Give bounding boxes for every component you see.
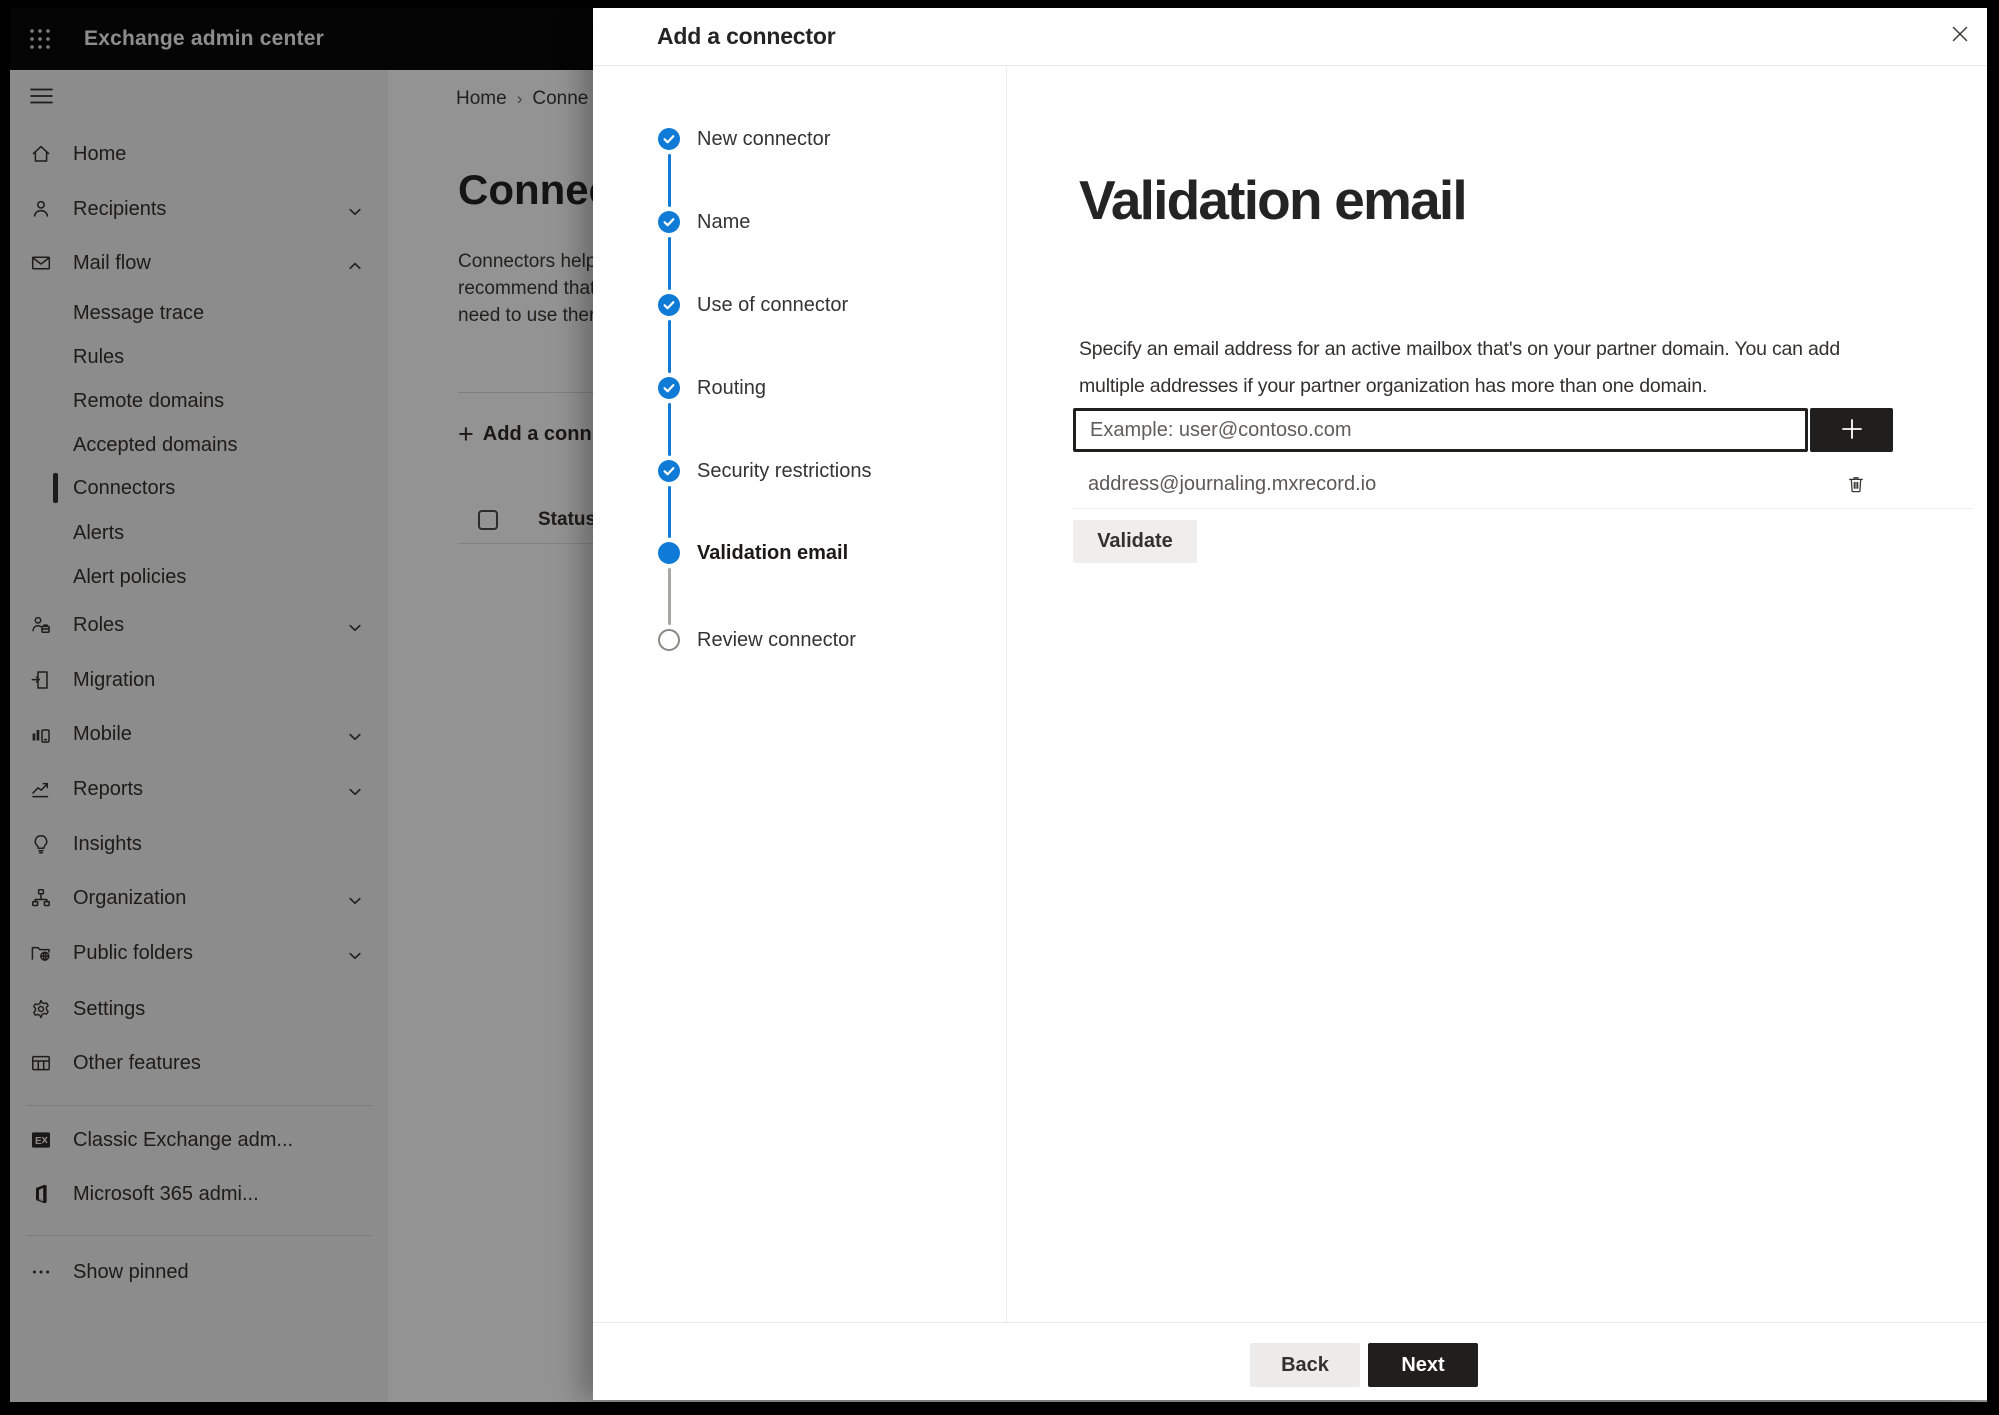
- trash-icon[interactable]: [1845, 473, 1867, 495]
- close-icon[interactable]: [1949, 23, 1971, 45]
- step-label-new-connector[interactable]: New connector: [697, 125, 830, 153]
- add-address-button[interactable]: [1810, 408, 1893, 452]
- step-circle-use-of-connector[interactable]: [658, 294, 680, 316]
- step-label-name[interactable]: Name: [697, 208, 750, 236]
- step-circle-new-connector[interactable]: [658, 128, 680, 150]
- step-connector-line: [668, 568, 671, 625]
- step-label-review-connector[interactable]: Review connector: [697, 626, 856, 654]
- address-email: address@journaling.mxrecord.io: [1088, 473, 1377, 495]
- step-connector-line: [668, 320, 671, 373]
- address-row-divider: [1073, 508, 1973, 509]
- next-button[interactable]: Next: [1368, 1343, 1478, 1387]
- step-connector-line: [668, 403, 671, 456]
- step-description-line1: Specify an email address for an active m…: [1079, 338, 1840, 360]
- app-window: Exchange admin center Home Recipients Mail…: [10, 8, 1987, 1402]
- step-circle-name[interactable]: [658, 211, 680, 233]
- step-connector-line: [668, 237, 671, 290]
- step-label-use-of-connector[interactable]: Use of connector: [697, 291, 848, 319]
- add-connector-modal: Add a connector New connector Name Use of …: [593, 8, 1987, 1400]
- step-description-line2: multiple addresses if your partner organ…: [1079, 375, 1708, 397]
- step-connector-line: [668, 154, 671, 207]
- step-label-security-restrictions[interactable]: Security restrictions: [697, 457, 872, 485]
- modal-header-divider: [593, 65, 1987, 66]
- step-circle-review-connector[interactable]: [658, 629, 680, 651]
- modal-footer-divider: [593, 1322, 1987, 1323]
- step-circle-validation-email[interactable]: [658, 542, 680, 564]
- step-label-validation-email[interactable]: Validation email: [697, 539, 848, 567]
- step-connector-line: [668, 486, 671, 538]
- step-heading: Validation email: [1079, 169, 1468, 231]
- step-description: Specify an email address for an active m…: [1079, 331, 1840, 405]
- validation-email-input[interactable]: [1073, 408, 1808, 452]
- back-button[interactable]: Back: [1250, 1343, 1360, 1387]
- step-circle-routing[interactable]: [658, 377, 680, 399]
- validate-button[interactable]: Validate: [1073, 520, 1197, 563]
- address-row: address@journaling.mxrecord.io: [1073, 460, 1973, 509]
- steps-column-divider: [1006, 66, 1007, 1322]
- modal-title: Add a connector: [657, 23, 836, 49]
- step-label-routing[interactable]: Routing: [697, 374, 766, 402]
- step-circle-security-restrictions[interactable]: [658, 460, 680, 482]
